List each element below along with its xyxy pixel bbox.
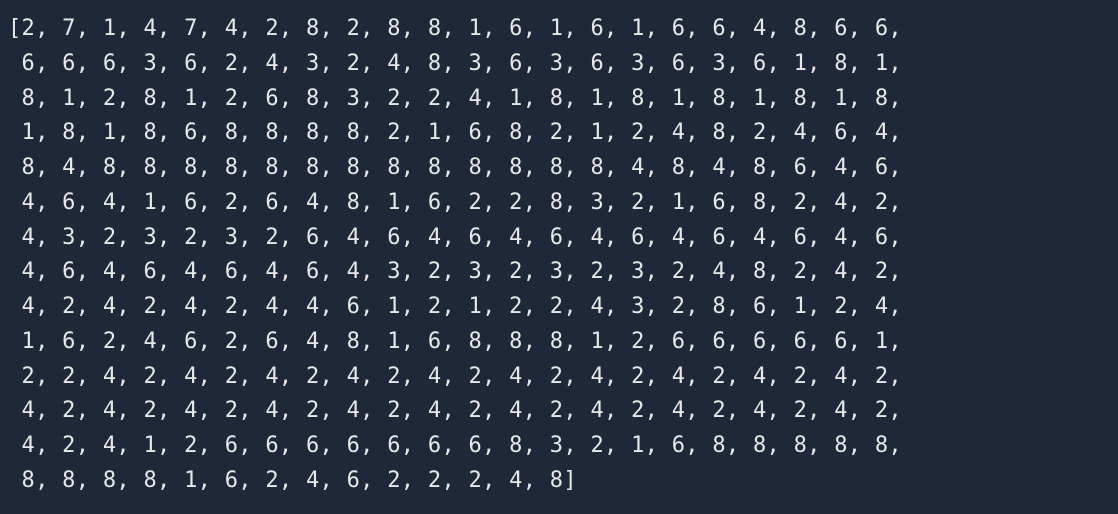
array-output: [2, 7, 1, 4, 7, 4, 2, 8, 2, 8, 8, 1, 6, … (8, 12, 1110, 499)
